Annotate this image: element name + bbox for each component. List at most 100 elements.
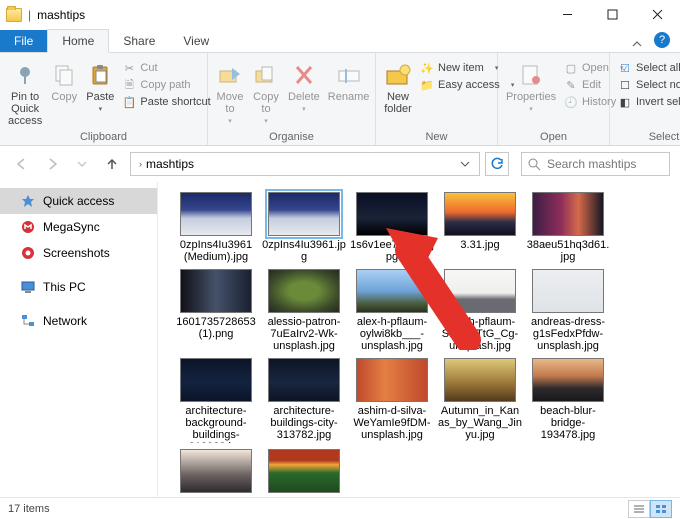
copy-path-button[interactable]: 🗎Copy path [122,78,210,92]
file-item[interactable]: architecture-buildings-city-313782.jpg [262,358,346,443]
details-view-button[interactable] [628,500,650,518]
edit-button[interactable]: ✎Edit [564,78,624,92]
address-dropdown-button[interactable] [455,159,475,169]
sidebar-item-network[interactable]: Network [0,308,157,334]
search-icon [528,158,541,171]
file-item[interactable]: 0zpIns4Iu3961.jpg [262,192,346,263]
file-item[interactable]: alessio-patron-7uEaIrv2-Wk-unsplash.jpg [262,269,346,352]
delete-icon [290,61,318,89]
sidebar-item-this-pc[interactable]: This PC [0,274,157,300]
file-thumbnail [532,269,604,313]
cut-icon: ✂ [122,61,136,75]
forward-button[interactable] [40,152,64,176]
copy-to-button[interactable]: Copy to▾ [252,61,280,128]
group-label: New [384,129,489,143]
address-bar[interactable]: › mashtips [130,152,480,176]
file-name: alessio-patron-7uEaIrv2-Wk-unsplash.jpg [262,316,346,352]
file-name: architecture-buildings-city-313782.jpg [262,405,346,441]
pin-icon [11,61,39,89]
paste-icon [86,61,114,89]
file-item[interactable]: beach-blur-bridge-193478.jpg [526,358,610,443]
rename-icon [335,61,363,89]
open-button[interactable]: ▢Open ▾ [564,61,624,75]
file-item[interactable]: Autumn_in_Kanas_by_Wang_Jinyu.jpg [438,358,522,443]
delete-button[interactable]: Delete▾ [288,61,320,116]
file-item[interactable]: architecture-background-buildings-218983… [174,358,258,443]
close-button[interactable] [635,0,680,29]
file-item[interactable]: alex-h-pflaum-oylwi8kb___-unsplash.jpg [350,269,434,352]
rename-button[interactable]: Rename [328,61,370,103]
file-thumbnail [356,358,428,402]
history-button[interactable]: 🕘History [564,95,624,109]
file-item[interactable]: 1s6v1ee75ah51.jpg [350,192,434,263]
file-thumbnail [268,449,340,493]
move-to-button[interactable]: Move to▾ [216,61,244,128]
sidebar-item-screenshots[interactable]: Screenshots [0,240,157,266]
file-menu[interactable]: File [0,30,47,52]
search-box[interactable]: Search mashtips [521,152,670,176]
paste-button[interactable]: Paste▾ [86,61,114,116]
recent-locations-button[interactable] [70,152,94,176]
copy-button[interactable]: Copy [50,61,78,103]
minimize-button[interactable] [545,0,590,29]
network-icon [20,313,36,329]
up-button[interactable] [100,152,124,176]
pin-to-quick-access-button[interactable]: Pin to Quick access [8,61,42,127]
file-item[interactable]: 1601735728653 (1).png [174,269,258,352]
file-thumbnail [268,358,340,402]
properties-button[interactable]: Properties▾ [506,61,556,116]
new-folder-icon [384,61,412,89]
file-name: 38aeu51hq3d61.jpg [526,239,610,263]
file-item[interactable]: 38aeu51hq3d61.jpg [526,192,610,263]
file-name: ashim-d-silva-WeYamIe9fDM-unsplash.jpg [350,405,434,441]
move-icon [216,61,244,89]
select-none-button[interactable]: ☐Select none [618,78,680,92]
open-icon: ▢ [564,61,578,75]
easy-access-icon: 📁 [420,78,434,92]
file-item[interactable]: andreas-dress-g1sFedxPfdw-unsplash.jpg [526,269,610,352]
back-button[interactable] [10,152,34,176]
file-list[interactable]: 0zpIns4Iu3961 (Medium).jpg0zpIns4Iu3961.… [158,182,680,497]
paste-shortcut-button[interactable]: 📋Paste shortcut [122,95,210,109]
tab-view[interactable]: View [169,30,223,52]
group-label: Clipboard [8,129,199,143]
address-crumb[interactable]: mashtips [146,157,194,171]
invert-selection-button[interactable]: ◧Invert selection [618,95,680,109]
file-thumbnail [268,269,340,313]
separator: | [28,8,31,22]
edit-icon: ✎ [564,78,578,92]
star-icon [20,193,36,209]
refresh-button[interactable] [485,152,509,176]
tab-home[interactable]: Home [47,29,109,53]
folder-icon [6,8,22,22]
title-bar: | mashtips [0,0,680,29]
file-name: beach-blur-bridge-193478.jpg [526,405,610,441]
maximize-button[interactable] [590,0,635,29]
file-name: 0zpIns4Iu3961.jpg [262,239,346,263]
file-item[interactable]: Camp Nou.jpg [262,449,346,497]
cut-button[interactable]: ✂Cut [122,61,210,75]
file-item[interactable]: 3.31.jpg [438,192,522,263]
navigation-pane: Quick access MegaSync Screenshots This P… [0,182,158,497]
group-label: Select [618,129,680,143]
sidebar-item-megasync[interactable]: MegaSync [0,214,157,240]
properties-icon [517,61,545,89]
file-name: Autumn_in_Kanas_by_Wang_Jinyu.jpg [438,405,522,441]
help-button[interactable]: ? [654,32,670,48]
ribbon: Pin to Quick access Copy Paste▾ ✂Cut 🗎Co… [0,53,680,146]
file-item[interactable]: alex-h-pflaum-SB_7KTtG_Cg-unsplash.jpg [438,269,522,352]
collapse-ribbon-button[interactable] [626,38,648,52]
file-name: andreas-dress-g1sFedxPfdw-unsplash.jpg [526,316,610,352]
file-thumbnail [268,192,340,236]
new-folder-button[interactable]: New folder [384,61,412,115]
sidebar-item-quick-access[interactable]: Quick access [0,188,157,214]
file-item[interactable]: beach-bridge-dawn-253054.jpg [174,449,258,497]
copy-path-icon: 🗎 [122,78,136,92]
file-thumbnail [180,192,252,236]
file-thumbnail [180,358,252,402]
file-item[interactable]: ashim-d-silva-WeYamIe9fDM-unsplash.jpg [350,358,434,443]
thumbnails-view-button[interactable] [650,500,672,518]
tab-share[interactable]: Share [109,30,169,52]
file-item[interactable]: 0zpIns4Iu3961 (Medium).jpg [174,192,258,263]
select-all-button[interactable]: ☑Select all [618,61,680,75]
